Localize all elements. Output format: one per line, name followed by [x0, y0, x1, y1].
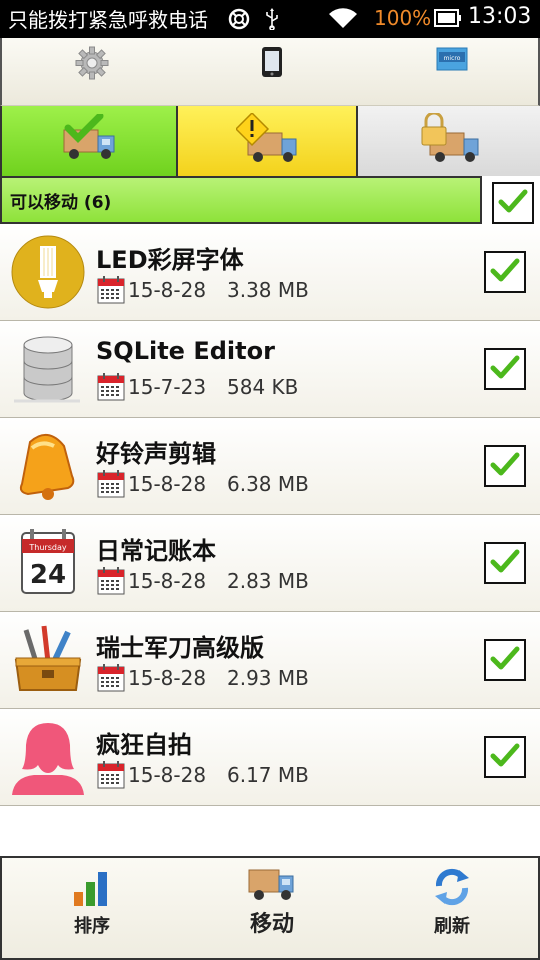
- lifebuoy-icon: [228, 8, 250, 34]
- bottom-action-bar: 排序 移动 刷新: [0, 856, 540, 960]
- lightbulb-icon: [10, 234, 86, 310]
- check-icon: [498, 188, 528, 218]
- storage-tabs: micro: [0, 38, 540, 129]
- refresh-icon: [431, 866, 473, 912]
- app-list: LED彩屏字体 15-8-28 3.38 MB SQLite Editor 15…: [0, 224, 540, 806]
- calendar-badge-day: 24: [30, 560, 66, 590]
- truck-warning-icon: [234, 111, 298, 169]
- tab-sd-card[interactable]: micro: [362, 38, 540, 106]
- check-icon: [490, 742, 520, 772]
- sort-label: 排序: [74, 916, 110, 937]
- app-checkbox[interactable]: [484, 736, 526, 778]
- phone-icon: [261, 46, 283, 82]
- app-size: 6.38 MB: [227, 472, 309, 496]
- app-checkbox[interactable]: [484, 639, 526, 681]
- wifi-icon: [328, 8, 358, 34]
- truck-icon: [247, 864, 297, 906]
- refresh-label: 刷新: [434, 916, 470, 937]
- refresh-button[interactable]: 刷新: [362, 858, 540, 958]
- tab-settings[interactable]: [2, 38, 182, 106]
- section-header: 可以移动 (6): [0, 176, 540, 224]
- move-button[interactable]: 移动: [182, 858, 362, 958]
- section-label: 可以移动 (6): [0, 176, 482, 224]
- app-size: 2.83 MB: [227, 569, 309, 593]
- category-warning-button[interactable]: [178, 106, 358, 176]
- calendar-small-icon: [97, 470, 125, 502]
- app-size: 584 KB: [227, 375, 299, 399]
- sort-button[interactable]: 排序: [2, 858, 182, 958]
- app-size: 2.93 MB: [227, 666, 309, 690]
- app-name: 日常记账本: [96, 537, 216, 565]
- app-size: 3.38 MB: [227, 278, 309, 302]
- battery-percent: 100%: [374, 6, 432, 30]
- select-all-checkbox[interactable]: [492, 182, 534, 224]
- calendar-badge-weekday: Thursday: [28, 543, 66, 552]
- category-locked-button[interactable]: [358, 106, 540, 176]
- sd-card-icon: micro: [436, 46, 468, 76]
- app-checkbox[interactable]: [484, 445, 526, 487]
- check-icon: [490, 645, 520, 675]
- calendar-small-icon: [97, 276, 125, 308]
- calendar-small-icon: [97, 761, 125, 793]
- tab-phone[interactable]: [182, 38, 362, 106]
- app-date: 15-8-28: [128, 278, 207, 302]
- move-label: 移动: [249, 912, 294, 937]
- carrier-text: 只能拨打紧急呼救电话: [8, 8, 208, 32]
- clock: 13:03: [468, 4, 532, 29]
- bell-icon: [10, 428, 86, 504]
- app-date: 15-8-28: [128, 472, 207, 496]
- category-movable-button[interactable]: [0, 106, 178, 176]
- app-checkbox[interactable]: [484, 348, 526, 390]
- check-icon: [490, 548, 520, 578]
- truck-lock-icon: [418, 111, 480, 169]
- usb-icon: [265, 8, 279, 34]
- list-item[interactable]: LED彩屏字体 15-8-28 3.38 MB: [0, 224, 540, 321]
- app-name: SQLite Editor: [96, 337, 275, 365]
- list-item[interactable]: SQLite Editor 15-7-23 584 KB: [0, 321, 540, 418]
- database-icon: [10, 331, 86, 407]
- status-bar: 只能拨打紧急呼救电话 100% 13:03: [0, 0, 540, 38]
- app-name: 瑞士军刀高级版: [96, 634, 264, 662]
- toolbox-icon: [10, 622, 86, 698]
- calendar-icon: Thursday 24: [10, 525, 86, 601]
- app-date: 15-8-28: [128, 569, 207, 593]
- battery-icon: [434, 9, 462, 31]
- svg-text:micro: micro: [444, 55, 461, 62]
- app-size: 6.17 MB: [227, 763, 309, 787]
- check-icon: [490, 257, 520, 287]
- check-icon: [490, 354, 520, 384]
- woman-silhouette-icon: [10, 719, 86, 795]
- app-date: 15-7-23: [128, 375, 207, 399]
- bar-chart-icon: [71, 866, 113, 912]
- gear-icon: [75, 46, 109, 84]
- app-date: 15-8-28: [128, 666, 207, 690]
- calendar-small-icon: [97, 373, 125, 405]
- app-name: 好铃声剪辑: [96, 440, 216, 468]
- app-checkbox[interactable]: [484, 542, 526, 584]
- list-item[interactable]: 好铃声剪辑 15-8-28 6.38 MB: [0, 418, 540, 515]
- app-name: LED彩屏字体: [96, 246, 244, 274]
- app-name: 疯狂自拍: [96, 731, 192, 759]
- app-date: 15-8-28: [128, 763, 207, 787]
- truck-check-icon: [58, 112, 120, 168]
- list-item[interactable]: Thursday 24 日常记账本 15-8-28 2.83 MB: [0, 515, 540, 612]
- category-row: [0, 106, 540, 176]
- calendar-small-icon: [97, 664, 125, 696]
- check-icon: [490, 451, 520, 481]
- list-item[interactable]: 瑞士军刀高级版 15-8-28 2.93 MB: [0, 612, 540, 709]
- calendar-small-icon: [97, 567, 125, 599]
- app-checkbox[interactable]: [484, 251, 526, 293]
- list-item[interactable]: 疯狂自拍 15-8-28 6.17 MB: [0, 709, 540, 806]
